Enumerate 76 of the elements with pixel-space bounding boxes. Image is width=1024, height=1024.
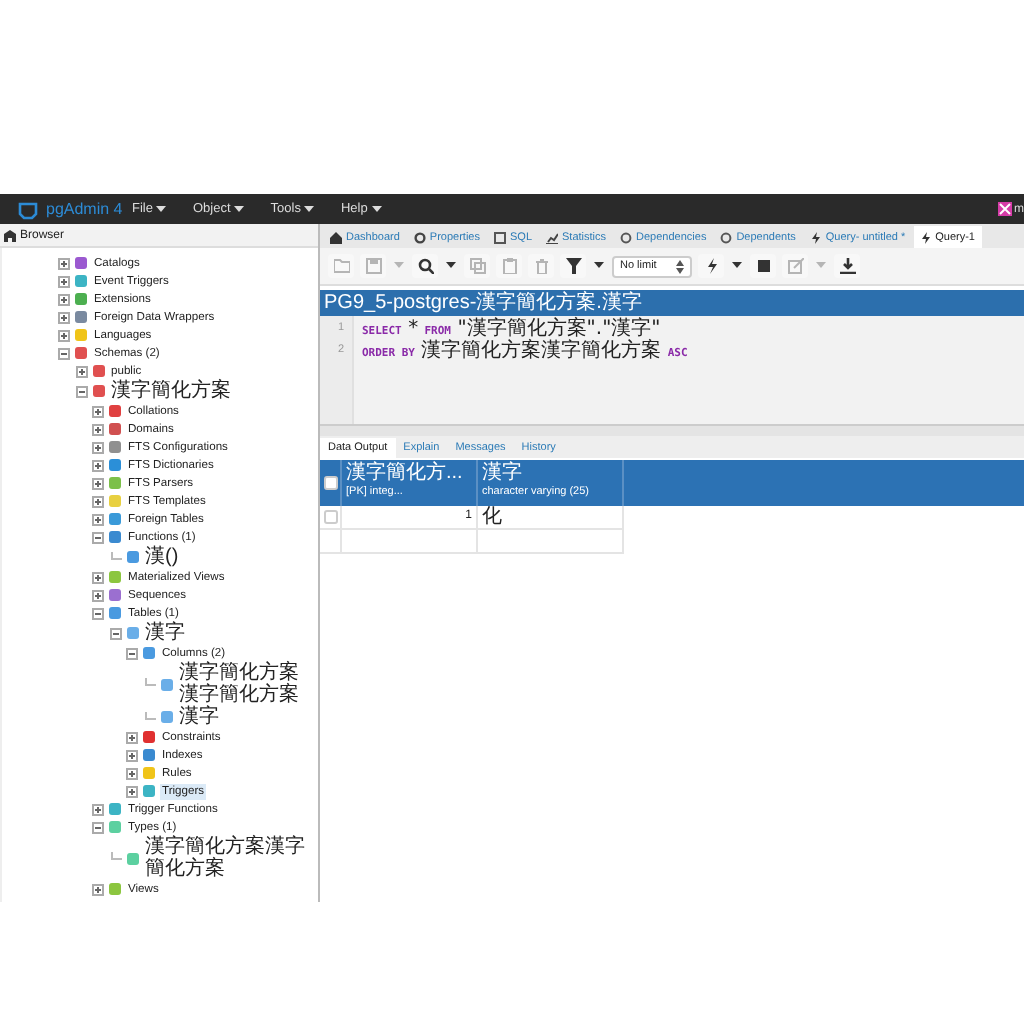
caret-icon	[816, 262, 826, 270]
expand-icon[interactable]	[126, 749, 138, 761]
caret-icon	[732, 262, 742, 270]
lightning-icon	[703, 258, 719, 274]
caret-icon	[234, 205, 245, 213]
connector-line	[109, 551, 121, 563]
copy-icon	[469, 258, 485, 274]
caret-icon	[304, 205, 315, 213]
query-title-bar: PG9_5-postgres-漢字簡化方案.漢字	[320, 290, 1024, 316]
caret-icon	[371, 205, 382, 213]
filter-icon	[565, 258, 581, 274]
expand-icon[interactable]	[126, 767, 138, 779]
collapse-icon[interactable]	[126, 647, 138, 659]
edit-icon	[787, 258, 803, 274]
expand-icon[interactable]	[126, 785, 138, 797]
checkbox[interactable]	[323, 510, 337, 524]
tree-item[interactable]: 漢字簡化方案漢字簡化方案	[177, 662, 314, 706]
floppy-icon	[365, 258, 381, 274]
download-button[interactable]	[834, 254, 860, 278]
expand-icon[interactable]	[126, 731, 138, 743]
paste-icon	[501, 258, 517, 274]
circle-icon	[720, 231, 733, 243]
expand-icon[interactable]	[92, 477, 104, 489]
connector-line	[143, 678, 155, 690]
expand-icon[interactable]	[92, 495, 104, 507]
expand-icon[interactable]	[58, 257, 70, 269]
tree-item[interactable]: 漢字簡化方案漢字簡化方案	[143, 836, 314, 880]
house-icon	[330, 231, 342, 243]
lightning-icon	[809, 231, 822, 243]
circle-icon	[620, 231, 633, 243]
app-title: pgAdmin 4	[46, 200, 123, 218]
expand-icon[interactable]	[92, 405, 104, 417]
expand-icon[interactable]	[92, 423, 104, 435]
expand-icon[interactable]	[58, 311, 70, 323]
collapse-icon[interactable]	[58, 347, 70, 359]
table-cell: 化	[476, 506, 624, 528]
expand-icon[interactable]	[58, 275, 70, 287]
expand-icon[interactable]	[92, 589, 104, 601]
expand-icon[interactable]	[92, 571, 104, 583]
expand-icon[interactable]	[92, 441, 104, 453]
expand-icon[interactable]	[75, 365, 87, 377]
user-icon	[998, 202, 1012, 216]
download-icon	[839, 258, 855, 274]
expand-icon[interactable]	[92, 459, 104, 471]
filter-button[interactable]	[560, 254, 586, 278]
caret-icon	[594, 262, 604, 270]
chart-icon	[546, 231, 559, 243]
checkbox[interactable]	[323, 476, 337, 490]
caret-icon	[156, 205, 167, 213]
expand-icon[interactable]	[92, 803, 104, 815]
caret-icon	[446, 262, 456, 270]
collapse-icon[interactable]	[92, 531, 104, 543]
expand-icon[interactable]	[58, 293, 70, 305]
trash-icon	[533, 258, 549, 274]
lightning-icon	[919, 231, 932, 243]
collapse-icon[interactable]	[75, 385, 87, 397]
collapse-icon[interactable]	[109, 627, 121, 639]
connector-line	[143, 711, 155, 723]
expand-icon[interactable]	[92, 513, 104, 525]
tree-item[interactable]: 漢字簡化方案	[109, 380, 233, 402]
caret-icon	[394, 262, 404, 270]
tree-item[interactable]: 漢()	[143, 546, 181, 568]
folder-icon	[333, 258, 349, 274]
expand-icon[interactable]	[92, 883, 104, 895]
tree-item[interactable]: 漢字	[143, 622, 187, 644]
lightning-button[interactable]	[698, 254, 724, 278]
search-button[interactable]	[412, 254, 438, 278]
search-icon	[417, 258, 433, 274]
connector-line	[109, 852, 121, 864]
updown-icon	[676, 259, 684, 273]
stop-icon	[755, 258, 771, 274]
collapse-icon[interactable]	[92, 607, 104, 619]
expand-icon[interactable]	[58, 329, 70, 341]
stop-button[interactable]	[750, 254, 776, 278]
tree-item[interactable]: 漢字	[177, 706, 221, 728]
collapse-icon[interactable]	[92, 821, 104, 833]
